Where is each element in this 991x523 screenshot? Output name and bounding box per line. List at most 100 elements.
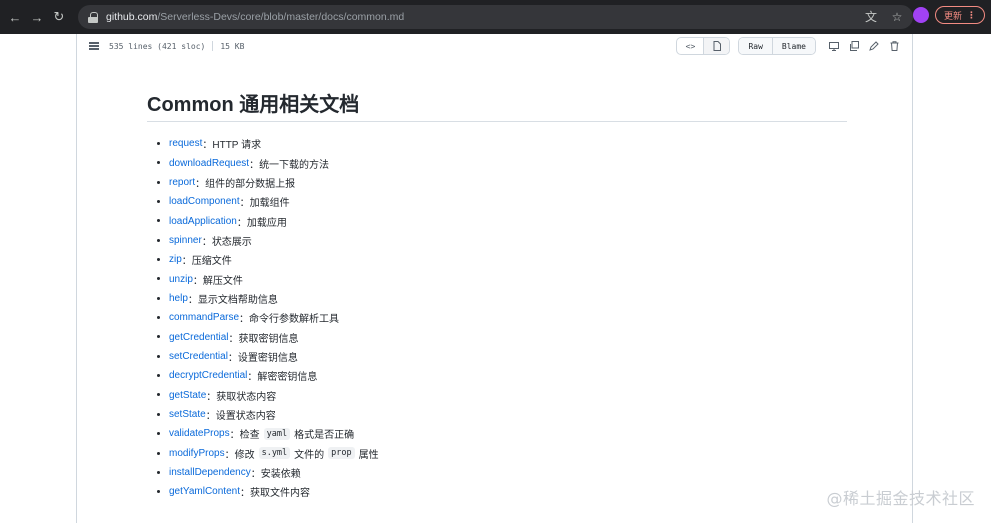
item-description: 属性 bbox=[358, 449, 379, 461]
item-description: 解密密钥信息 bbox=[257, 372, 318, 384]
list-icon[interactable] bbox=[89, 42, 99, 50]
doc-link[interactable]: decryptCredential bbox=[169, 370, 247, 381]
doc-link[interactable]: zip bbox=[169, 254, 182, 265]
item-description: 压缩文件 bbox=[191, 256, 232, 268]
view-toggle: <> bbox=[676, 37, 731, 55]
list-item: report：组件的部分数据上报 bbox=[147, 173, 847, 192]
list-item: validateProps：检查 yaml 格式是否正确 bbox=[147, 424, 847, 443]
doc-link[interactable]: getYamlContent bbox=[169, 486, 240, 497]
item-description: 获取密钥信息 bbox=[238, 333, 299, 345]
doc-link[interactable]: getCredential bbox=[169, 332, 228, 343]
doc-link[interactable]: spinner bbox=[169, 235, 202, 246]
update-label: 更新 bbox=[943, 10, 962, 21]
item-description: 解压文件 bbox=[202, 275, 243, 287]
list-item: getCredential：获取密钥信息 bbox=[147, 327, 847, 346]
list-item: request： HTTP 请求 bbox=[147, 134, 847, 153]
back-arrow-icon[interactable]: ← bbox=[6, 8, 24, 26]
item-description: 文件的 bbox=[294, 449, 325, 461]
doc-link[interactable]: loadApplication bbox=[169, 216, 237, 227]
list-item: unzip：解压文件 bbox=[147, 269, 847, 288]
raw-button[interactable]: Raw bbox=[739, 38, 772, 54]
doc-link[interactable]: help bbox=[169, 293, 188, 304]
blame-button[interactable]: Blame bbox=[771, 38, 815, 54]
file-container: 535 lines (421 sloc) 15 KB <> Raw Blame bbox=[76, 34, 913, 523]
file-lines: 535 lines (421 sloc) bbox=[109, 41, 206, 51]
trash-icon[interactable] bbox=[884, 37, 904, 55]
page-title: Common 通用相关文档 bbox=[147, 88, 847, 122]
separator: ： bbox=[236, 217, 247, 229]
item-description: 获取文件内容 bbox=[249, 488, 310, 500]
doc-link[interactable]: installDependency bbox=[169, 467, 251, 478]
list-item: loadComponent：加载组件 bbox=[147, 192, 847, 211]
watermark: @稀土掘金技术社区 bbox=[826, 489, 975, 508]
doc-link[interactable]: loadComponent bbox=[169, 196, 240, 207]
desktop-icon[interactable] bbox=[824, 37, 844, 55]
file-header: 535 lines (421 sloc) 15 KB <> Raw Blame bbox=[77, 34, 912, 58]
list-item: getYamlContent：获取文件内容 bbox=[147, 482, 847, 501]
lock-icon[interactable] bbox=[88, 11, 98, 23]
copy-icon[interactable] bbox=[844, 37, 864, 55]
separator: ： bbox=[192, 275, 203, 287]
separator: ： bbox=[239, 488, 250, 500]
separator: ： bbox=[239, 314, 250, 326]
separator: ： bbox=[239, 198, 250, 210]
update-button[interactable]: 更新 ⋮ bbox=[934, 6, 985, 24]
item-description: 组件的部分数据上报 bbox=[205, 178, 296, 190]
item-description: 获取状态内容 bbox=[216, 391, 277, 403]
doc-link[interactable]: getState bbox=[169, 390, 206, 401]
url-path: /Serverless-Devs/core/blob/master/docs/c… bbox=[157, 11, 405, 23]
preview-file-icon[interactable] bbox=[703, 38, 730, 54]
doc-link[interactable]: request bbox=[169, 138, 202, 149]
list-item: zip：压缩文件 bbox=[147, 250, 847, 269]
pencil-icon[interactable] bbox=[864, 37, 884, 55]
separator: ： bbox=[205, 410, 216, 422]
item-description: 安装依赖 bbox=[260, 469, 301, 481]
item-description: 显示文档帮助信息 bbox=[197, 294, 278, 306]
list-item: installDependency：安装依赖 bbox=[147, 463, 847, 482]
doc-link[interactable]: validateProps bbox=[169, 428, 230, 439]
url-host: github.com bbox=[106, 11, 158, 23]
list-item: setCredential：设置密钥信息 bbox=[147, 347, 847, 366]
list-item: setState：设置状态内容 bbox=[147, 405, 847, 424]
url-text[interactable]: github.com/Serverless-Devs/core/blob/mas… bbox=[106, 11, 404, 23]
doc-link[interactable]: modifyProps bbox=[169, 448, 225, 459]
separator: ： bbox=[229, 430, 240, 442]
doc-link[interactable]: setCredential bbox=[169, 351, 228, 362]
item-description: 设置状态内容 bbox=[215, 410, 276, 422]
inline-code: prop bbox=[328, 447, 355, 460]
separator: ： bbox=[181, 256, 192, 268]
doc-link[interactable]: setState bbox=[169, 409, 206, 420]
profile-avatar[interactable] bbox=[912, 7, 929, 23]
item-description: 设置密钥信息 bbox=[237, 352, 298, 364]
markdown-body: Common 通用相关文档 request： HTTP 请求 downloadReq… bbox=[147, 88, 847, 502]
reload-icon[interactable]: ↻ bbox=[50, 8, 68, 26]
list-item: spinner：状态展示 bbox=[147, 231, 847, 250]
item-description: 修改 bbox=[234, 449, 255, 461]
separator: ： bbox=[201, 236, 212, 248]
address-bar[interactable]: github.com/Serverless-Devs/core/blob/mas… bbox=[78, 5, 913, 29]
separator: ： bbox=[228, 333, 239, 345]
separator: ： bbox=[224, 449, 235, 461]
file-actions: <> Raw Blame bbox=[676, 37, 904, 55]
raw-blame-group: Raw Blame bbox=[738, 37, 816, 55]
doc-link[interactable]: unzip bbox=[169, 274, 193, 285]
separator: ： bbox=[227, 352, 238, 364]
list-item: commandParse：命令行参数解析工具 bbox=[147, 308, 847, 327]
item-description: 统一下载的方法 bbox=[259, 159, 330, 171]
list-item: downloadRequest：统一下载的方法 bbox=[147, 153, 847, 172]
item-description: 状态展示 bbox=[211, 236, 252, 248]
translate-icon[interactable]: 文 bbox=[863, 8, 879, 25]
code-view-icon[interactable]: <> bbox=[677, 38, 703, 54]
doc-link[interactable]: report bbox=[169, 177, 195, 188]
doc-link[interactable]: downloadRequest bbox=[169, 158, 249, 169]
separator: ： bbox=[247, 372, 258, 384]
list-item: loadApplication：加载应用 bbox=[147, 211, 847, 230]
separator: ： bbox=[202, 140, 213, 152]
forward-arrow-icon[interactable]: → bbox=[28, 8, 46, 26]
item-description: 检查 bbox=[239, 430, 260, 442]
list-item: modifyProps：修改 s.yml 文件的 prop 属性 bbox=[147, 444, 847, 463]
doc-link[interactable]: commandParse bbox=[169, 312, 239, 323]
star-icon[interactable]: ☆ bbox=[889, 10, 905, 24]
inline-code: yaml bbox=[263, 427, 291, 440]
list-item: getState：获取状态内容 bbox=[147, 385, 847, 404]
